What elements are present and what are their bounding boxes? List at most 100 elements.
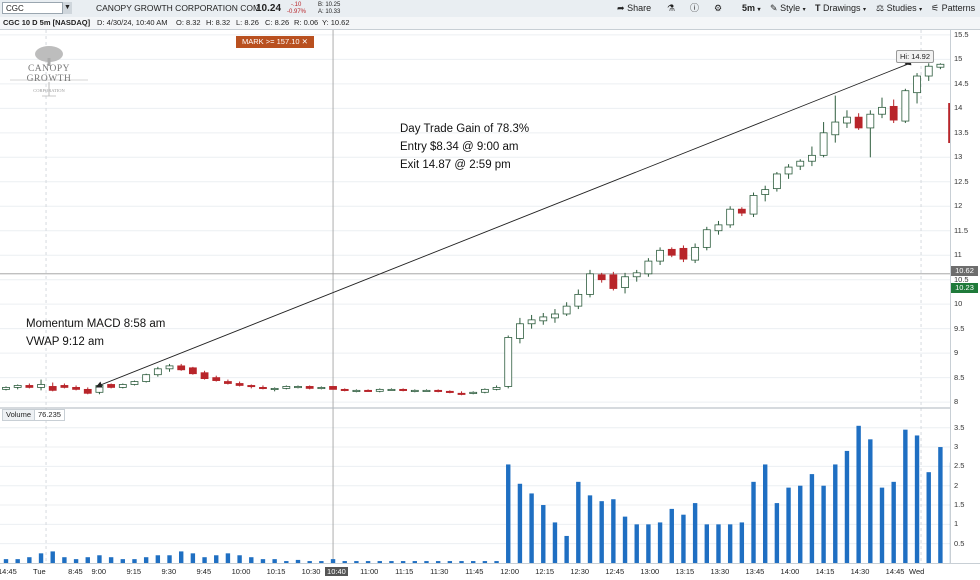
time-tick-label: Wed [909, 567, 925, 576]
candle-body [305, 386, 314, 389]
candle-body [808, 154, 816, 162]
candle-body [679, 247, 688, 260]
price-tick-label: 13.5 [954, 127, 969, 137]
volume-bar [587, 495, 593, 563]
candle-body [819, 132, 828, 156]
volume-bar [938, 447, 943, 563]
candle-body [492, 387, 501, 390]
candle-body [866, 113, 875, 129]
volume-tick-label: 3.5 [954, 422, 965, 432]
candle-body [2, 387, 10, 390]
volume-bar [809, 474, 815, 563]
time-tick-label: 13:15 [675, 567, 695, 576]
volume-bar [179, 551, 184, 563]
volume-tick-label: 1 [954, 519, 959, 529]
candle-body [656, 249, 664, 262]
candle-body [480, 388, 489, 393]
candle-body [772, 173, 781, 190]
volume-bar [155, 555, 161, 563]
price-tick-label: 11.5 [954, 225, 969, 235]
candle-body [749, 195, 758, 215]
candle-body [714, 224, 723, 232]
volume-bar [237, 555, 242, 563]
candle-body [691, 246, 700, 261]
momentum-text: Momentum MACD 8:58 am [26, 318, 166, 330]
vwap-text: VWAP 9:12 am [26, 336, 104, 348]
candle-body [936, 63, 945, 68]
candle-body [25, 385, 34, 388]
time-tick-label: 8:45 [68, 567, 83, 576]
volume-bar [774, 503, 780, 563]
volume-bar [833, 464, 838, 563]
trade-gain-text: Day Trade Gain of 78.3% [400, 123, 530, 135]
candle-body [586, 273, 594, 295]
volume-bar [821, 485, 826, 563]
time-tick-label: 11:15 [395, 567, 414, 576]
candle-body [597, 274, 606, 281]
time-tick-label: 12:45 [605, 567, 625, 576]
price-tick-label: 10 [954, 299, 963, 309]
candle-body [48, 386, 57, 391]
cursor-price-tag: 10.62 [951, 266, 978, 276]
volume-bar [167, 555, 172, 563]
price-tick-label: 8 [954, 397, 959, 407]
volume-bar [751, 481, 756, 563]
volume-bar [190, 553, 196, 563]
volume-bar [669, 508, 674, 563]
candle-body [539, 316, 548, 322]
candle-body [889, 105, 898, 121]
candle-body [854, 116, 863, 129]
candle-body [177, 365, 186, 371]
time-tick-label: Tue [33, 567, 46, 576]
candle-body [516, 323, 524, 339]
candle-body [60, 385, 69, 388]
volume-bar [529, 493, 534, 563]
time-tick-label: 14:30 [850, 567, 870, 576]
time-axis[interactable]: 14:45 Tue 8:45 9:00 9:15 9:30 9:45 10:00 10:15 10… [0, 563, 980, 580]
candle-body [153, 368, 162, 376]
volume-bar [739, 522, 745, 563]
price-tick-label: 9 [954, 348, 959, 358]
candle-body [831, 121, 840, 136]
candle-body [188, 367, 197, 375]
time-tick-label: 14:15 [815, 567, 835, 576]
volume-bar [225, 553, 231, 563]
price-chart[interactable] [0, 0, 980, 579]
time-tick-label: 14:45 [0, 567, 17, 576]
time-tick-label: 11:30 [430, 567, 449, 576]
candle-body [72, 387, 80, 390]
candle-body [107, 384, 116, 388]
candle-body [399, 388, 408, 391]
volume-bar [541, 505, 546, 563]
high-price-label: Hi: 14.92 [896, 50, 935, 63]
time-tick-label: 13:30 [710, 567, 730, 576]
candle-body [574, 293, 583, 307]
candle-body [621, 276, 629, 288]
candle-body [340, 388, 349, 391]
candle-body [901, 90, 910, 122]
time-tick-label: 10:40 [325, 567, 348, 576]
time-tick-label: 12:15 [535, 567, 555, 576]
mark-alert-flag[interactable]: MARK >= 157.10 ✕ [236, 36, 314, 48]
price-tick-label: 8.5 [954, 372, 965, 382]
volume-bar [763, 464, 768, 563]
time-tick-label: 10:15 [266, 567, 286, 576]
candle-body [375, 388, 384, 392]
candle-body [352, 389, 361, 392]
price-tick-label: 12.5 [954, 176, 969, 186]
candle-body [247, 385, 256, 388]
time-tick-label: 14:00 [780, 567, 800, 576]
volume-title: Volume [2, 409, 36, 421]
canopy-growth-logo: CANOPY GROWTH CORPORATION [6, 44, 92, 100]
price-tick-label: 12 [954, 201, 963, 211]
candle-body [387, 388, 396, 391]
exit-text: Exit 14.87 @ 2:59 pm [400, 159, 511, 171]
volume-bar [786, 487, 791, 563]
volume-bar [716, 524, 721, 563]
volume-bar [97, 555, 102, 563]
volume-bar [727, 524, 733, 563]
candle-body [737, 208, 746, 214]
candle-body [609, 274, 618, 289]
volume-value: 76.235 [34, 409, 65, 421]
price-axis[interactable]: 15.5 15 14.5 14 13.5 13 12.5 12 11.5 11 10.5 10 9.5 9… [950, 30, 980, 563]
